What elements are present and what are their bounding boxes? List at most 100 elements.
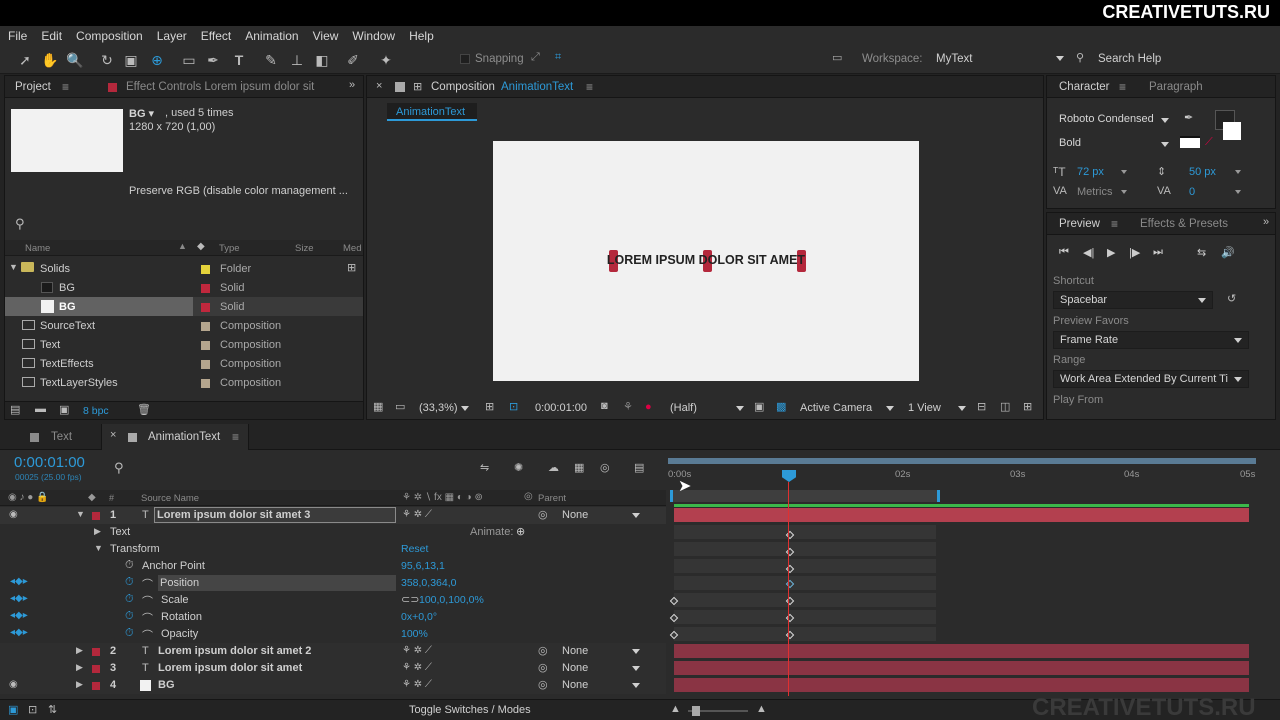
rotation-value[interactable]: 0x+0,0°: [401, 611, 437, 623]
layer-track-bar[interactable]: [674, 661, 1249, 675]
menu-effect[interactable]: Effect: [201, 29, 231, 43]
flowchart-icon[interactable]: ⊞: [1023, 400, 1032, 413]
channel-icon[interactable]: ⚘: [623, 400, 633, 413]
transform-reset-link[interactable]: Reset: [401, 543, 428, 555]
range-select[interactable]: Work Area Extended By Current Ti: [1053, 370, 1249, 388]
selection-tool-icon[interactable]: ➚: [16, 51, 34, 69]
project-row-selected[interactable]: BG Solid: [5, 297, 363, 316]
zoom-chevron-icon[interactable]: [461, 406, 469, 411]
draft-3d-icon[interactable]: ✺: [514, 461, 523, 474]
audio-icon[interactable]: 🔊: [1221, 246, 1235, 259]
snap-expand-icon[interactable]: ⤢: [531, 51, 540, 64]
eyedropper-icon[interactable]: ✒: [1184, 111, 1193, 124]
trash-icon[interactable]: 🗑: [137, 403, 151, 416]
visibility-eye-icon[interactable]: ◉: [9, 509, 18, 520]
menu-layer[interactable]: Layer: [157, 29, 187, 43]
layer-track-bar[interactable]: [674, 508, 1249, 522]
camera-icon[interactable]: ◙: [601, 400, 608, 412]
comp-menu-icon[interactable]: ≡: [586, 80, 593, 94]
animate-add-icon[interactable]: ⊕: [516, 525, 525, 538]
timeline-tab-text[interactable]: Text: [51, 431, 72, 443]
kerning-value[interactable]: Metrics: [1077, 186, 1112, 198]
label-column-icon[interactable]: ◆: [197, 241, 205, 252]
roi-icon[interactable]: ▣: [754, 400, 764, 413]
layer-name[interactable]: Lorem ipsum dolor sit amet 2: [158, 645, 311, 657]
column-source-name[interactable]: Source Name: [141, 493, 199, 504]
stopwatch-icon[interactable]: ⏱: [125, 559, 134, 572]
last-frame-icon[interactable]: ⏭: [1153, 246, 1163, 259]
comp-flowchart-icon[interactable]: ⇋: [480, 461, 489, 474]
pen-tool-icon[interactable]: ✒: [204, 51, 222, 69]
previous-frame-icon[interactable]: ◀|: [1083, 246, 1094, 259]
next-frame-icon[interactable]: |▶: [1129, 246, 1140, 259]
column-type[interactable]: Type: [219, 243, 240, 254]
layer-switches-icon[interactable]: ⚘ ✲ ⟋: [402, 662, 432, 673]
comp-tab-name[interactable]: AnimationText: [501, 81, 573, 93]
layer-label-color[interactable]: [92, 648, 100, 656]
layer-name-edit[interactable]: Lorem ipsum dolor sit amet 3: [154, 507, 396, 523]
preview-menu-icon[interactable]: ≡: [1111, 217, 1118, 231]
column-size[interactable]: Size: [295, 243, 313, 254]
layer-row[interactable]: ◉ ▶ 4 BG ⚘ ✲ ⟋ ◎ None: [0, 677, 666, 694]
camera-select[interactable]: Active Camera: [800, 402, 872, 414]
tab-paragraph[interactable]: Paragraph: [1149, 81, 1203, 93]
keyframe-nav-icon[interactable]: ◂◆▸: [10, 593, 28, 604]
graph-icon[interactable]: ⌒: [142, 593, 153, 609]
layer-switches-icon[interactable]: ⚘ ✲ ⟋: [402, 679, 432, 690]
menu-file[interactable]: File: [8, 29, 27, 43]
timeline-timecode[interactable]: 0:00:01:00: [14, 454, 85, 471]
play-icon[interactable]: ▶: [1107, 246, 1115, 259]
hand-tool-icon[interactable]: ✋: [41, 51, 59, 69]
preview-favors-select[interactable]: Frame Rate: [1053, 331, 1249, 349]
font-family-select[interactable]: Roboto Condensed: [1059, 113, 1154, 125]
reset-icon[interactable]: ↺: [1227, 292, 1236, 305]
shy-icon[interactable]: ☁: [548, 461, 559, 474]
tab-effect-controls[interactable]: Effect Controls Lorem ipsum dolor sit: [126, 81, 314, 93]
timeline-search-icon[interactable]: ⚲: [114, 460, 124, 476]
fast-preview-icon[interactable]: ◫: [1000, 400, 1010, 413]
stopwatch-icon[interactable]: ⏱: [125, 593, 134, 606]
close-icon[interactable]: ×: [110, 429, 116, 441]
project-search-icon[interactable]: ⚲: [15, 216, 25, 232]
menu-composition[interactable]: Composition: [76, 29, 143, 43]
property-opacity[interactable]: ◂◆▸ ⏱ ⌒ Opacity 100%: [0, 626, 666, 643]
stopwatch-icon[interactable]: ⏱: [125, 627, 134, 640]
graph-editor-icon[interactable]: ▤: [634, 461, 644, 474]
project-row[interactable]: TextLayerStyles Composition: [5, 373, 363, 392]
search-help-input[interactable]: Search Help: [1098, 53, 1161, 65]
anchor-point-value[interactable]: 95,6,13,1: [401, 560, 445, 572]
fill-color-large-swatch[interactable]: [1223, 122, 1241, 140]
constrain-link-icon[interactable]: ⊂⊃: [401, 593, 419, 606]
menu-view[interactable]: View: [313, 29, 339, 43]
color-channels-icon[interactable]: ●: [645, 401, 652, 413]
project-menu-icon[interactable]: ≡: [62, 80, 69, 94]
flowchart-icon[interactable]: ⊞: [347, 261, 356, 274]
composition-canvas[interactable]: LOREM IPSUM DOLOR SIT AMET: [493, 141, 919, 381]
style-chevron-icon[interactable]: [1161, 142, 1169, 147]
layer-row[interactable]: ◉ ▼ 1 T Lorem ipsum dolor sit amet 3 ⚘ ✲…: [0, 507, 666, 524]
property-group-text[interactable]: ▶ Text Animate: ⊕: [0, 524, 666, 541]
collapsed-icon[interactable]: ▶: [76, 645, 83, 656]
parent-pickwhip-icon[interactable]: ◎: [538, 508, 548, 521]
kerning-chevron-icon[interactable]: [1121, 190, 1127, 194]
label-color-swatch[interactable]: [201, 322, 210, 331]
font-size-value[interactable]: 72 px: [1077, 166, 1104, 178]
interpret-footage-icon[interactable]: ▤: [10, 403, 20, 416]
layer-label-color[interactable]: [92, 682, 100, 690]
parent-select[interactable]: None: [562, 679, 588, 691]
collapsed-icon[interactable]: ▶: [76, 679, 83, 690]
views-chevron-icon[interactable]: [958, 406, 966, 411]
resolution-select[interactable]: (Half): [670, 402, 697, 414]
type-tool-icon[interactable]: T: [230, 51, 248, 69]
tracking-chevron-icon[interactable]: [1235, 190, 1241, 194]
expanded-icon[interactable]: ▼: [76, 509, 85, 519]
project-row[interactable]: BG Solid: [5, 278, 363, 297]
project-row[interactable]: SourceText Composition: [5, 316, 363, 335]
rotate-tool-icon[interactable]: ↻: [98, 51, 116, 69]
project-row[interactable]: Text Composition: [5, 335, 363, 354]
zoom-select[interactable]: (33,3%): [419, 402, 458, 414]
parent-select[interactable]: None: [562, 509, 588, 521]
stopwatch-icon[interactable]: ⏱: [125, 576, 134, 589]
layer-track-bar[interactable]: [674, 678, 1249, 692]
sort-up-icon[interactable]: ▲: [178, 241, 187, 251]
